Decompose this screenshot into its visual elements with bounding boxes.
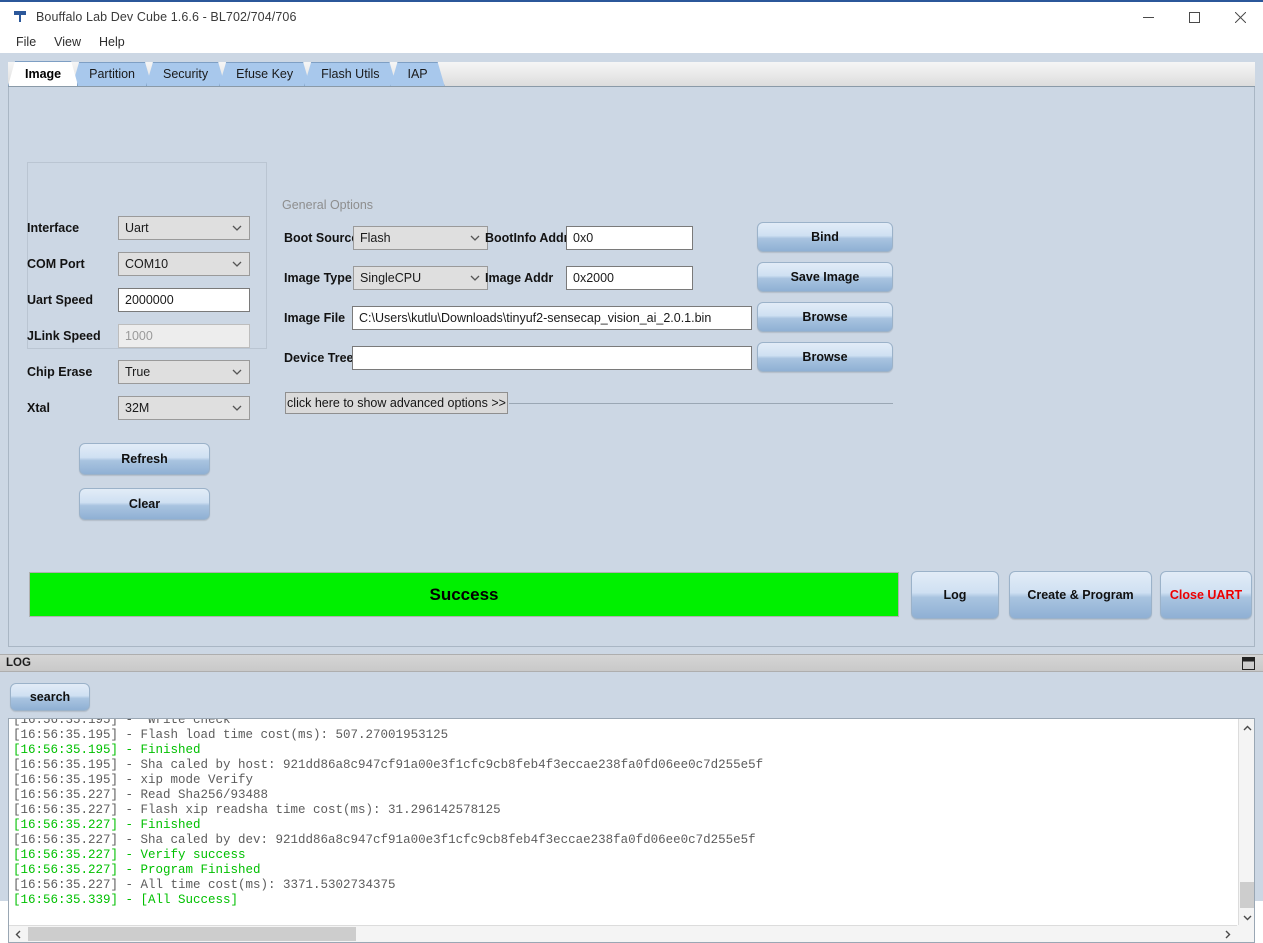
window-title: Bouffalo Lab Dev Cube 1.6.6 - BL702/704/… [36, 10, 297, 24]
log-line: [16:56:35.195] - Write check [13, 718, 1229, 728]
browse-image-file-button[interactable]: Browse [757, 302, 893, 332]
com-port-label: COM Port [27, 257, 111, 271]
log-panel-title: LOG [6, 657, 31, 669]
status-banner: Success [29, 572, 899, 617]
interface-select[interactable]: Uart [118, 216, 250, 240]
log-vertical-scrollbar[interactable] [1238, 719, 1254, 926]
chip-erase-label: Chip Erase [27, 365, 111, 379]
tab-bar: Image Partition Security Efuse Key Flash… [8, 62, 1255, 87]
bind-button[interactable]: Bind [757, 222, 893, 252]
image-type-label: Image Type [284, 271, 352, 285]
log-line: [16:56:35.227] - Finished [13, 818, 1229, 833]
image-addr-input[interactable] [566, 266, 693, 290]
clear-button[interactable]: Clear [79, 488, 210, 520]
close-uart-button[interactable]: Close UART [1160, 571, 1252, 619]
log-line: [16:56:35.195] - Flash load time cost(ms… [13, 728, 1229, 743]
app-icon [12, 9, 28, 25]
boot-source-select-value: Flash [353, 226, 488, 250]
log-line: [16:56:35.227] - Flash xip readsha time … [13, 803, 1229, 818]
log-vertical-scroll-thumb[interactable] [1240, 882, 1254, 908]
close-button[interactable] [1217, 2, 1263, 33]
image-tab-panel: Interface Uart COM Port COM10 Uart Speed… [8, 87, 1255, 647]
window-controls [1125, 2, 1263, 33]
title-bar: Bouffalo Lab Dev Cube 1.6.6 - BL702/704/… [0, 0, 1263, 31]
chevron-down-icon[interactable] [1239, 909, 1255, 926]
tab-security[interactable]: Security [146, 62, 225, 86]
general-options-title: General Options [282, 198, 373, 212]
image-type-select-value: SingleCPU [353, 266, 488, 290]
com-port-select[interactable]: COM10 [118, 252, 250, 276]
log-horizontal-scroll-thumb[interactable] [28, 927, 356, 941]
minimize-button[interactable] [1125, 2, 1171, 33]
tab-iap[interactable]: IAP [390, 62, 444, 86]
device-tree-input[interactable] [352, 346, 752, 370]
chevron-up-icon[interactable] [1239, 719, 1255, 736]
interface-select-value: Uart [118, 216, 250, 240]
image-file-input[interactable] [352, 306, 752, 330]
uart-speed-input[interactable] [118, 288, 250, 312]
menu-item-file[interactable]: File [8, 33, 44, 51]
log-line: [16:56:35.227] - Sha caled by dev: 921dd… [13, 833, 1229, 848]
jlink-speed-label: JLink Speed [27, 329, 111, 343]
create-and-program-button[interactable]: Create & Program [1009, 571, 1152, 619]
tab-flash-utils[interactable]: Flash Utils [304, 62, 396, 86]
log-panel-header: LOG [0, 654, 1263, 672]
boot-source-select[interactable]: Flash [353, 226, 488, 250]
chip-erase-select-value: True [118, 360, 250, 384]
log-line: [16:56:35.227] - Read Sha256/93488 [13, 788, 1229, 803]
maximize-button[interactable] [1171, 2, 1217, 33]
tab-partition[interactable]: Partition [72, 62, 152, 86]
log-line: [16:56:35.195] - Finished [13, 743, 1229, 758]
image-file-label: Image File [284, 311, 345, 325]
jlink-speed-input [118, 324, 250, 348]
restore-window-icon[interactable] [1242, 657, 1255, 675]
interface-label: Interface [27, 221, 111, 235]
menu-item-help[interactable]: Help [91, 33, 133, 51]
xtal-select-value: 32M [118, 396, 250, 420]
application-body: Image Partition Security Efuse Key Flash… [0, 53, 1263, 901]
menu-bar: File View Help [0, 31, 1263, 53]
image-type-select[interactable]: SingleCPU [353, 266, 488, 290]
chevron-right-icon[interactable] [1219, 926, 1236, 942]
status-text: Success [430, 585, 499, 605]
bootinfo-addr-input[interactable] [566, 226, 693, 250]
xtal-select[interactable]: 32M [118, 396, 250, 420]
log-line: [16:56:35.227] - Verify success [13, 848, 1229, 863]
log-line: [16:56:35.195] - xip mode Verify [13, 773, 1229, 788]
device-tree-label: Device Tree [284, 351, 354, 365]
chip-erase-select[interactable]: True [118, 360, 250, 384]
log-horizontal-scrollbar[interactable] [9, 925, 1254, 942]
menu-item-view[interactable]: View [46, 33, 89, 51]
boot-source-label: Boot Source [284, 231, 358, 245]
browse-device-tree-button[interactable]: Browse [757, 342, 893, 372]
log-search-button[interactable]: search [10, 683, 90, 711]
bootinfo-addr-label: BootInfo Addr [485, 231, 569, 245]
advanced-options-divider [509, 403, 893, 404]
log-line: [16:56:35.227] - Program Finished [13, 863, 1229, 878]
log-button[interactable]: Log [911, 571, 999, 619]
log-lines: [16:56:35.195] - Write check[16:56:35.19… [13, 718, 1229, 908]
scrollbar-corner [1237, 925, 1254, 942]
com-port-select-value: COM10 [118, 252, 250, 276]
show-advanced-options-button[interactable]: click here to show advanced options >> [285, 392, 508, 414]
log-output-box[interactable]: [16:56:35.195] - Write check[16:56:35.19… [8, 718, 1255, 943]
log-line: [16:56:35.195] - Sha caled by host: 921d… [13, 758, 1229, 773]
log-line: [16:56:35.227] - All time cost(ms): 3371… [13, 878, 1229, 893]
tab-image[interactable]: Image [8, 61, 78, 86]
tab-efuse-key[interactable]: Efuse Key [219, 62, 310, 86]
image-addr-label: Image Addr [485, 271, 553, 285]
chevron-left-icon[interactable] [9, 926, 26, 942]
uart-speed-label: Uart Speed [27, 293, 111, 307]
xtal-label: Xtal [27, 401, 111, 415]
refresh-button[interactable]: Refresh [79, 443, 210, 475]
save-image-button[interactable]: Save Image [757, 262, 893, 292]
